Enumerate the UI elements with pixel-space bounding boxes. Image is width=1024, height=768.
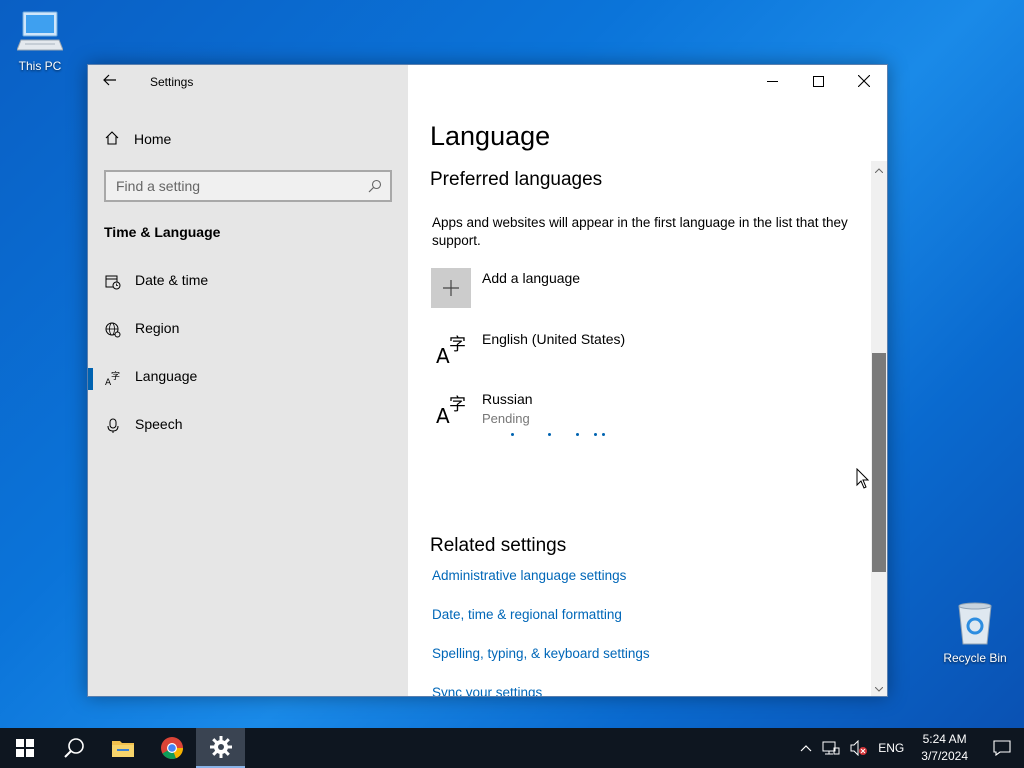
window-controls bbox=[749, 65, 887, 97]
preferred-languages-description: Apps and websites will appear in the fir… bbox=[432, 215, 848, 248]
search-icon[interactable] bbox=[368, 179, 382, 198]
chrome-icon bbox=[160, 737, 183, 760]
settings-taskbar-button[interactable] bbox=[196, 728, 245, 768]
language-name: Russian bbox=[482, 391, 533, 407]
action-center-button[interactable] bbox=[980, 728, 1024, 768]
back-button[interactable] bbox=[102, 72, 122, 92]
add-language-label: Add a language bbox=[482, 270, 581, 286]
input-language-indicator[interactable]: ENG bbox=[873, 741, 909, 755]
add-language-button[interactable]: Add a language bbox=[431, 268, 580, 308]
computer-icon bbox=[0, 10, 80, 57]
svg-text:字: 字 bbox=[449, 395, 466, 415]
sidebar-item-date-time[interactable]: Date & time bbox=[88, 272, 408, 320]
language-icon: A字 bbox=[105, 370, 121, 388]
link-date-time-regional-formatting[interactable]: Date, time & regional formatting bbox=[432, 607, 622, 622]
settings-window: Settings Home Time & Language Date & tim… bbox=[87, 64, 888, 697]
svg-text:A: A bbox=[436, 344, 450, 365]
link-administrative-language-settings[interactable]: Administrative language settings bbox=[432, 568, 626, 583]
desktop-icon-label: Recycle Bin bbox=[943, 651, 1007, 665]
sidebar-home[interactable]: Home bbox=[104, 129, 171, 149]
home-icon bbox=[104, 130, 120, 149]
minimize-icon bbox=[766, 80, 778, 82]
sidebar: Settings Home Time & Language Date & tim… bbox=[88, 65, 408, 696]
close-icon bbox=[858, 75, 870, 87]
maximize-icon bbox=[812, 75, 824, 87]
maximize-button[interactable] bbox=[795, 65, 841, 97]
start-button[interactable] bbox=[0, 728, 49, 768]
show-hidden-icons-button[interactable] bbox=[795, 744, 817, 752]
svg-text:字: 字 bbox=[449, 335, 466, 355]
calendar-clock-icon bbox=[105, 274, 121, 290]
sidebar-item-language[interactable]: A字 Language bbox=[88, 368, 408, 416]
window-title: Settings bbox=[150, 75, 194, 89]
windows-logo-icon bbox=[15, 739, 34, 757]
sidebar-item-speech[interactable]: Speech bbox=[88, 416, 408, 464]
file-explorer-button[interactable] bbox=[98, 728, 147, 768]
recycle-bin-icon bbox=[935, 602, 1015, 649]
progress-dots bbox=[511, 433, 631, 439]
desktop-icon-recycle-bin[interactable]: Recycle Bin bbox=[935, 602, 1015, 665]
language-glyph-icon: A字 bbox=[435, 391, 469, 428]
scrollbar-thumb[interactable] bbox=[872, 353, 886, 572]
chrome-button[interactable] bbox=[147, 728, 196, 768]
clock-date: 3/7/2024 bbox=[921, 749, 968, 763]
language-status: Pending bbox=[482, 411, 530, 426]
title-bar[interactable]: Settings bbox=[88, 65, 408, 99]
volume-button[interactable] bbox=[845, 740, 873, 756]
content-pane: Language Preferred languages Apps and we… bbox=[408, 65, 887, 696]
mouse-cursor-icon bbox=[856, 467, 870, 495]
section-title: Time & Language bbox=[104, 224, 221, 240]
language-item-russian[interactable]: A字 Russian Pending bbox=[435, 391, 533, 428]
close-button[interactable] bbox=[841, 65, 887, 97]
svg-text:字: 字 bbox=[111, 370, 120, 382]
sidebar-item-label: Date & time bbox=[135, 272, 209, 288]
sidebar-item-region[interactable]: Region bbox=[88, 320, 408, 368]
clock[interactable]: 5:24 AM 3/7/2024 bbox=[909, 731, 980, 765]
gear-icon bbox=[209, 736, 232, 758]
notification-icon bbox=[993, 740, 1011, 756]
vertical-scrollbar[interactable] bbox=[871, 161, 887, 696]
network-icon bbox=[822, 741, 840, 755]
search-taskbar-button[interactable] bbox=[49, 728, 98, 768]
language-item-english[interactable]: A字 English (United States) bbox=[435, 331, 626, 368]
scroll-up-icon[interactable] bbox=[871, 163, 887, 177]
sidebar-home-label: Home bbox=[134, 131, 172, 147]
volume-muted-icon bbox=[850, 740, 868, 756]
language-name: English (United States) bbox=[482, 331, 626, 347]
desktop-icon-label: This PC bbox=[18, 59, 62, 73]
svg-text:A: A bbox=[436, 404, 450, 425]
search-box[interactable] bbox=[104, 170, 392, 202]
folder-icon bbox=[111, 741, 134, 757]
sidebar-nav: Date & time Region A字 Language Speech bbox=[88, 272, 408, 464]
scroll-down-icon[interactable] bbox=[871, 682, 887, 696]
plus-icon bbox=[431, 268, 471, 308]
sidebar-item-label: Language bbox=[135, 368, 198, 384]
page-title: Language bbox=[430, 121, 551, 151]
system-tray: ENG 5:24 AM 3/7/2024 bbox=[795, 728, 1024, 768]
sidebar-item-label: Region bbox=[135, 320, 180, 336]
back-arrow-icon bbox=[103, 74, 116, 86]
related-settings-heading: Related settings bbox=[430, 535, 567, 556]
search-icon bbox=[63, 738, 84, 758]
network-button[interactable] bbox=[817, 740, 845, 756]
preferred-languages-heading: Preferred languages bbox=[430, 169, 603, 190]
sidebar-item-label: Speech bbox=[135, 416, 183, 432]
search-input[interactable] bbox=[106, 172, 356, 200]
globe-icon bbox=[105, 322, 121, 338]
microphone-icon bbox=[105, 418, 121, 434]
clock-time: 5:24 AM bbox=[922, 732, 967, 746]
link-sync-your-settings[interactable]: Sync your settings bbox=[432, 685, 542, 696]
language-glyph-icon: A字 bbox=[435, 331, 469, 368]
desktop-icon-this-pc[interactable]: This PC bbox=[0, 10, 80, 73]
link-spelling-typing-keyboard-settings[interactable]: Spelling, typing, & keyboard settings bbox=[432, 646, 650, 661]
chevron-up-icon bbox=[800, 745, 812, 752]
minimize-button[interactable] bbox=[749, 65, 795, 97]
taskbar: ENG 5:24 AM 3/7/2024 bbox=[0, 728, 1024, 768]
